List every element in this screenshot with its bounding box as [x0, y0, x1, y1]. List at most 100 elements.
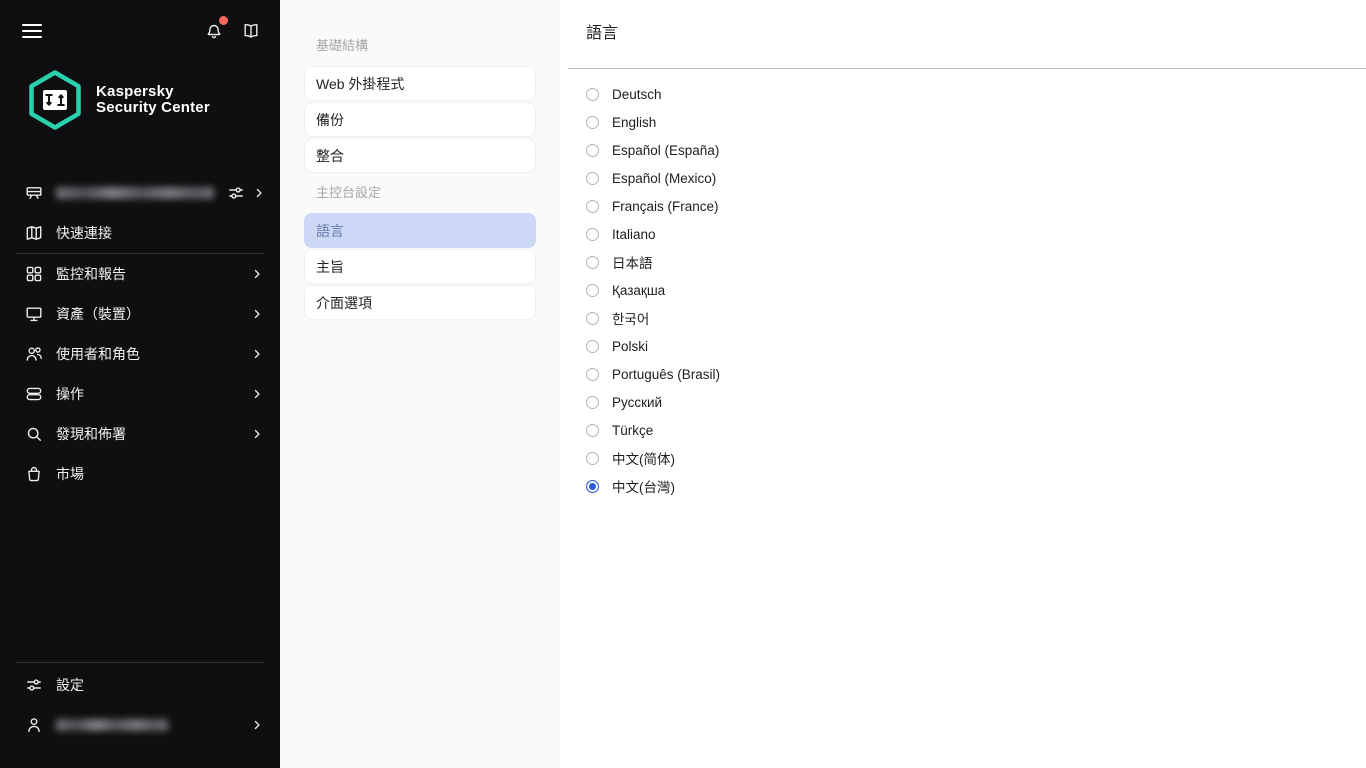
radio-unselected-icon[interactable] — [586, 255, 599, 269]
bell-icon — [205, 22, 223, 40]
menu-item-interface-options[interactable]: 介面選項 — [304, 285, 536, 320]
sliders-icon — [25, 676, 43, 694]
language-option[interactable]: 中文(简体) — [586, 444, 1366, 472]
radio-unselected-icon[interactable] — [586, 87, 599, 101]
sidebar-bottom: 設定 — [0, 662, 280, 768]
radio-unselected-icon[interactable] — [586, 227, 599, 241]
language-option-label: 中文(简体) — [612, 452, 675, 467]
language-option[interactable]: Қазақша — [586, 276, 1366, 304]
server-icon — [25, 184, 43, 202]
brand-logo: Kaspersky Security Center — [0, 62, 280, 173]
radio-unselected-icon[interactable] — [586, 339, 599, 353]
radio-unselected-icon[interactable] — [586, 451, 599, 465]
radio-unselected-icon[interactable] — [586, 423, 599, 437]
menu-button[interactable] — [22, 24, 42, 38]
bag-icon — [25, 465, 43, 483]
menu-item-theme[interactable]: 主旨 — [304, 249, 536, 284]
language-option[interactable]: Deutsch — [586, 80, 1366, 108]
radio-unselected-icon[interactable] — [586, 115, 599, 129]
sidebar-item-quick-connections[interactable]: 快速連接 — [0, 213, 280, 253]
notifications-button[interactable] — [203, 16, 228, 42]
language-option-label: 日本語 — [612, 256, 653, 271]
radio-unselected-icon[interactable] — [586, 199, 599, 213]
language-option[interactable]: Polski — [586, 332, 1366, 360]
language-option[interactable]: Português (Brasil) — [586, 360, 1366, 388]
sidebar-item-label: 資產（裝置） — [56, 306, 140, 322]
menu-item-language[interactable]: 語言 — [304, 213, 536, 248]
kaspersky-hexagon-icon — [27, 70, 83, 130]
sidebar-nav: 快速連接監控和報告資產（裝置） 使用者和角色 操作發現和佈署市場 — [0, 173, 280, 494]
sidebar-item-label: 使用者和角色 — [56, 346, 140, 362]
brand-line1: Kaspersky — [96, 83, 174, 100]
sidebar-item-label: 設定 — [56, 677, 84, 693]
help-button[interactable] — [240, 20, 262, 42]
sidebar-item-user-account[interactable] — [0, 705, 280, 745]
language-option-label: Italiano — [612, 226, 656, 242]
stack-icon — [25, 385, 43, 403]
language-option[interactable]: 中文(台灣) — [586, 472, 1366, 500]
language-option[interactable]: Italiano — [586, 220, 1366, 248]
chevron-icon — [252, 186, 266, 200]
settings-menu-panel: 基礎結構 Web 外掛程式 備份整合主控台設定語言主旨 介面選項 — [280, 0, 560, 768]
menu-section: 基礎結構 Web 外掛程式 備份整合 — [304, 38, 536, 173]
language-option-label: English — [612, 114, 657, 130]
menu-item-web-plugins[interactable]: Web 外掛程式 — [304, 66, 536, 101]
language-option-label: 中文(台灣) — [612, 480, 675, 495]
chevron-icon — [250, 718, 264, 732]
radio-unselected-icon[interactable] — [586, 367, 599, 381]
brand-name: Kaspersky Security Center — [96, 84, 210, 116]
sidebar-item-marketplace[interactable]: 市場 — [0, 454, 280, 494]
radio-unselected-icon[interactable] — [586, 395, 599, 409]
language-option-label: Polski — [612, 338, 649, 354]
language-option[interactable]: 日本語 — [586, 248, 1366, 276]
menu-item-backup[interactable]: 備份 — [304, 102, 536, 137]
sidebar-item-discovery-deployment[interactable]: 發現和佈署 — [0, 414, 280, 454]
radio-unselected-icon[interactable] — [586, 143, 599, 157]
sidebar-item-settings[interactable]: 設定 — [0, 665, 280, 705]
language-option-label: Français (France) — [612, 198, 719, 214]
menu-item-label: 整合 — [316, 147, 344, 164]
brand-line2: Security Center — [96, 99, 210, 116]
language-option-label: Español (España) — [612, 142, 720, 158]
menu-item-label: 語言 — [316, 222, 344, 239]
monitor-icon — [25, 305, 43, 323]
search-icon — [25, 425, 43, 443]
radio-unselected-icon[interactable] — [586, 311, 599, 325]
menu-section-header: 基礎結構 — [316, 38, 369, 53]
menu-item-integration[interactable]: 整合 — [304, 138, 536, 173]
chevron-icon — [250, 387, 264, 401]
person-icon — [25, 716, 43, 734]
sidebar-item-operations[interactable]: 操作 — [0, 374, 280, 414]
sidebar-item-assets-devices[interactable]: 資產（裝置） — [0, 294, 280, 334]
sidebar-item-administration-server[interactable] — [0, 173, 280, 213]
language-option[interactable]: Türkçe — [586, 416, 1366, 444]
sidebar-item-label: 市場 — [56, 466, 84, 482]
language-option[interactable]: Español (España) — [586, 136, 1366, 164]
language-option[interactable]: Русский — [586, 388, 1366, 416]
language-settings-panel: 語言 Deutsch English Español (España) Español… — [560, 0, 1366, 768]
chevron-icon — [250, 267, 264, 281]
language-option[interactable]: English — [586, 108, 1366, 136]
sidebar-item-users-roles[interactable]: 使用者和角色 — [0, 334, 280, 374]
notification-badge-dot — [219, 16, 228, 25]
language-option[interactable]: Français (France) — [586, 192, 1366, 220]
sidebar-item-monitoring-reports[interactable]: 監控和報告 — [0, 254, 280, 294]
language-option-label: Қазақша — [612, 282, 666, 298]
users-icon — [25, 345, 43, 363]
redacted-administration-server-text — [56, 187, 214, 199]
radio-unselected-icon[interactable] — [586, 283, 599, 297]
radio-unselected-icon[interactable] — [586, 171, 599, 185]
radio-selected-icon[interactable] — [586, 479, 599, 493]
sidebar-topbar — [0, 0, 280, 62]
hamburger-icon — [22, 24, 42, 26]
chevron-icon — [250, 427, 264, 441]
title-divider — [568, 68, 1366, 69]
language-option[interactable]: 한국어 — [586, 304, 1366, 332]
sidebar-item-label: 發現和佈署 — [56, 426, 126, 442]
menu-section-header: 主控台設定 — [316, 185, 382, 200]
sidebar-bottom-divider — [16, 662, 264, 663]
sidebar-item-label: 快速連接 — [56, 225, 112, 241]
sidebar-item-label: 操作 — [56, 386, 84, 402]
language-option[interactable]: Español (Mexico) — [586, 164, 1366, 192]
menu-section: 主控台設定語言主旨 介面選項 — [304, 185, 536, 320]
